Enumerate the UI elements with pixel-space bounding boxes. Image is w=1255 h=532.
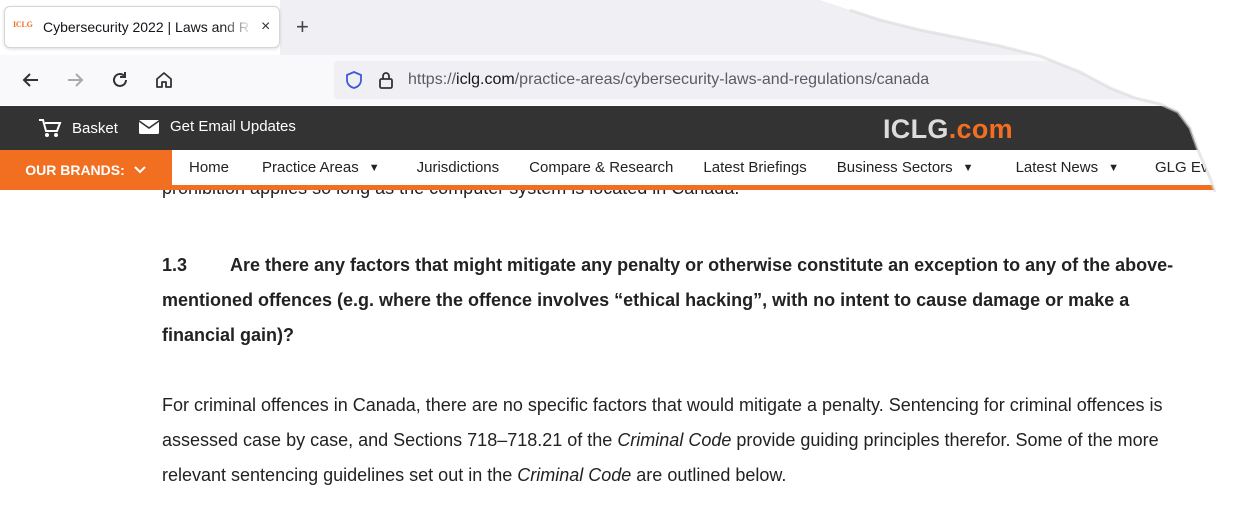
browser-navbar: https://iclg.com/practice-areas/cybersec…: [0, 55, 1255, 105]
caret-down-icon: ▼: [1108, 161, 1119, 174]
caret-down-icon: ▼: [368, 161, 380, 174]
email-updates-link[interactable]: Get Email Updates: [138, 118, 296, 135]
back-arrow-icon: [22, 73, 38, 87]
nav-item-latest-briefings[interactable]: Latest Briefings: [703, 159, 806, 176]
nav-item-label: Practice Areas: [262, 159, 359, 176]
tabstrip-background: [280, 0, 1255, 55]
nav-item-label: Business Sectors: [836, 159, 953, 176]
url-scheme: https://: [408, 71, 457, 88]
answer-emphasis-2: Criminal Code: [517, 465, 632, 485]
question-number: 1.3: [162, 255, 188, 275]
nav-item-business-sectors[interactable]: Business Sectors ▼: [837, 159, 974, 176]
our-brands-label: OUR BRANDS:: [25, 162, 125, 178]
our-brands-dropdown[interactable]: OUR BRANDS:: [0, 150, 172, 190]
basket-label: Basket: [72, 119, 118, 137]
home-button[interactable]: [149, 65, 179, 95]
lock-icon[interactable]: [376, 70, 396, 90]
logo-accent: .com: [948, 114, 1013, 144]
email-updates-label: Get Email Updates: [170, 118, 296, 135]
logo-main: ICLG: [883, 114, 949, 144]
question-text: Are there any factors that might mitigat…: [162, 255, 1174, 345]
basket-link[interactable]: Basket: [38, 118, 118, 138]
nav-item-jurisdictions[interactable]: Jurisdictions: [417, 159, 500, 176]
url-bar[interactable]: https://iclg.com/practice-areas/cybersec…: [334, 61, 1255, 99]
reload-icon: [113, 72, 127, 87]
nav-item-compare-research[interactable]: Compare & Research: [529, 159, 673, 176]
nav-item-latest-news[interactable]: Latest News ▼: [1016, 159, 1119, 176]
envelope-icon: [138, 119, 160, 134]
nav-item-practice-areas[interactable]: Practice Areas ▼: [262, 159, 380, 176]
chevron-down-icon: [134, 166, 146, 174]
cart-icon: [39, 119, 62, 137]
answer-paragraph: For criminal offences in Canada, there a…: [162, 388, 1222, 493]
nav-item-glg-events[interactable]: GLG Events: [1155, 159, 1237, 176]
url-text[interactable]: https://iclg.com/practice-areas/cybersec…: [408, 71, 929, 89]
home-icon: [156, 72, 172, 88]
reload-button[interactable]: [105, 65, 135, 95]
nav-item-home[interactable]: Home: [189, 159, 229, 176]
new-tab-button[interactable]: +: [296, 14, 309, 40]
nav-item-label: Latest Briefings: [703, 159, 807, 176]
favicon-icon: ICLG: [13, 20, 33, 29]
forward-button[interactable]: [60, 65, 90, 95]
question-heading: 1.3 Are there any factors that might miti…: [162, 248, 1202, 353]
tab-title: Cybersecurity 2022 | Laws and R: [43, 19, 249, 35]
site-logo[interactable]: ICLG.com: [883, 114, 1013, 145]
nav-menu: Home Practice Areas ▼ Jurisdictions Compare …: [172, 150, 1237, 185]
url-path: /practice-areas/cybersecurity-laws-and-r…: [514, 71, 930, 88]
nav-item-label: Latest News: [1015, 159, 1099, 176]
nav-item-label: Compare & Research: [529, 159, 674, 176]
forward-arrow-icon: [68, 73, 84, 87]
back-button[interactable]: [16, 65, 46, 95]
site-header: Basket Get Email Updates ICLG.com: [0, 106, 1255, 150]
nav-item-label: Jurisdictions: [416, 159, 500, 176]
nav-item-label: GLG Events: [1155, 159, 1237, 176]
answer-emphasis-1: Criminal Code: [617, 430, 732, 450]
site-nav: OUR BRANDS: Home Practice Areas ▼ Jurisdict…: [0, 150, 1255, 190]
url-domain: iclg.com: [456, 71, 515, 88]
caret-down-icon: ▼: [962, 161, 974, 174]
close-icon[interactable]: ×: [261, 18, 270, 36]
nav-item-label: Home: [189, 159, 230, 176]
browser-tab[interactable]: ICLG Cybersecurity 2022 | Laws and R ×: [4, 6, 280, 48]
answer-text-3: are outlined below.: [631, 465, 787, 485]
browser-tabstrip: ICLG Cybersecurity 2022 | Laws and R × +: [0, 0, 1255, 55]
shield-icon[interactable]: [344, 70, 364, 90]
